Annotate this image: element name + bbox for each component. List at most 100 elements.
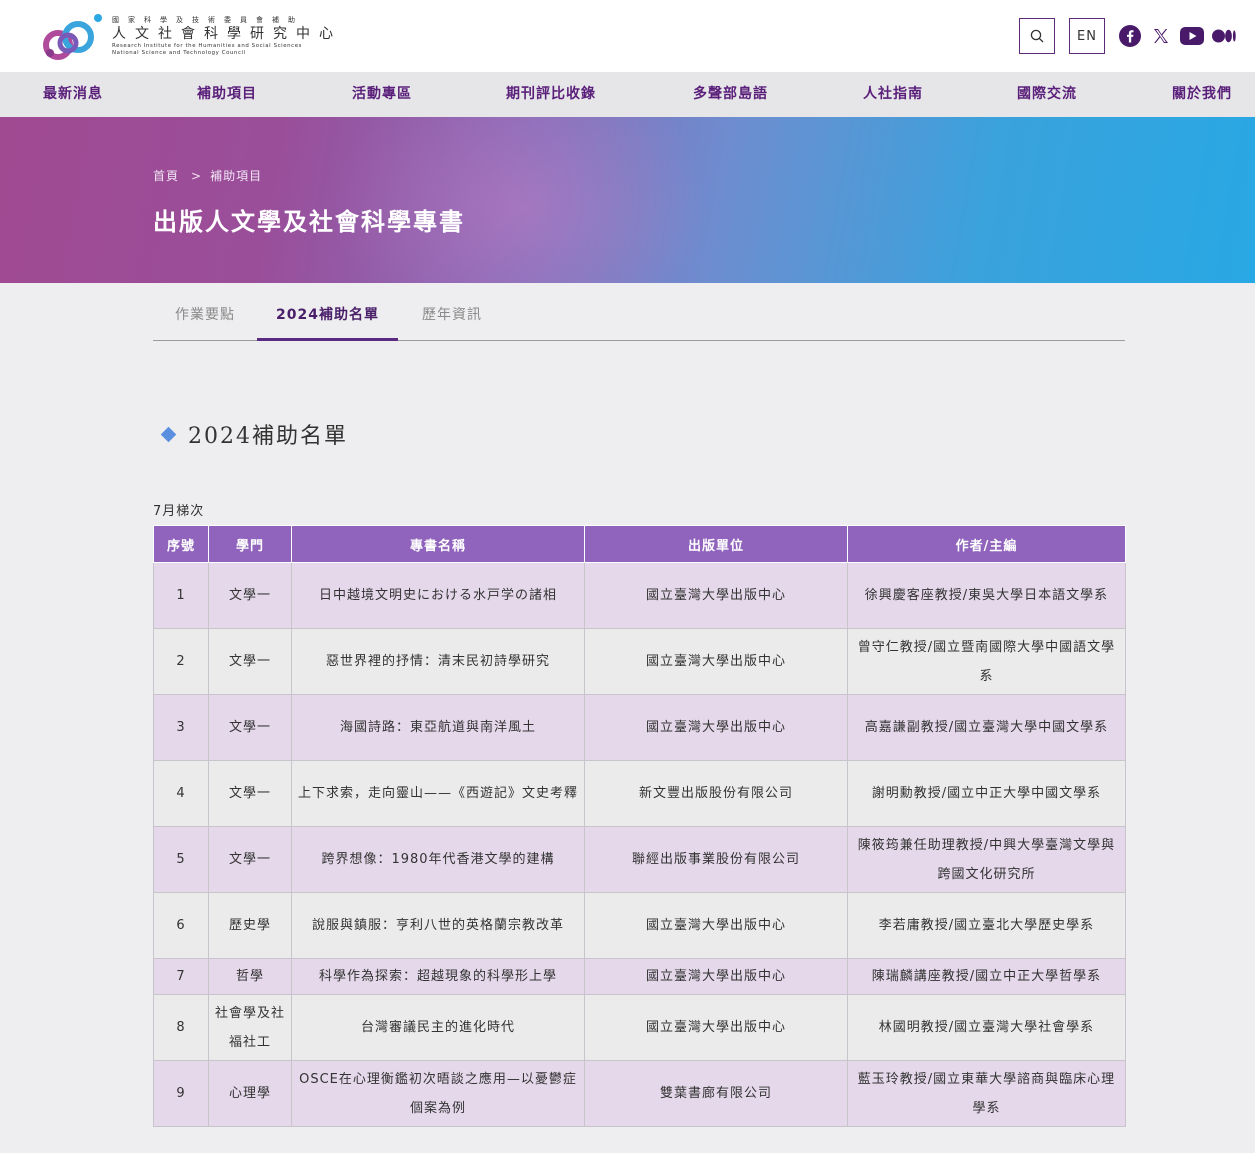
table-row: 2 文學一 惡世界裡的抒情：清末民初詩學研究 國立臺灣大學出版中心 曾守仁教授/… xyxy=(153,628,1126,695)
medium-link[interactable] xyxy=(1212,25,1236,47)
cell-field: 文學一 xyxy=(208,562,292,629)
logo-sup-text: 國家科學及技術委員會補助 xyxy=(112,16,304,24)
content-tabs: 作業要點 2024補助名單 歷年資訊 xyxy=(153,289,1125,341)
cell-title: 惡世界裡的抒情：清末民初詩學研究 xyxy=(291,628,585,695)
col-header-author: 作者/主編 xyxy=(847,525,1126,563)
page-title: 出版人文學及社會科學專書 xyxy=(153,207,465,236)
cell-author: 謝明勳教授/國立中正大學中國文學系 xyxy=(847,760,1126,827)
nav-item-news[interactable]: 最新消息 xyxy=(43,72,103,117)
cell-publisher: 雙葉書廊有限公司 xyxy=(584,1060,848,1127)
table-row: 5 文學一 跨界想像：1980年代香港文學的建構 聯經出版事業股份有限公司 陳筱… xyxy=(153,826,1126,893)
table-row: 3 文學一 海國詩路：東亞航道與南洋風土 國立臺灣大學出版中心 高嘉謙副教授/國… xyxy=(153,694,1126,761)
nav-item-journals[interactable]: 期刊評比收錄 xyxy=(506,72,596,117)
logo-main-text: 人文社會科學研究中心 xyxy=(112,26,342,42)
breadcrumb-separator: > xyxy=(191,169,203,183)
cell-title: 上下求索，走向靈山——《西遊記》文史考釋 xyxy=(291,760,585,827)
cell-no: 4 xyxy=(153,760,209,827)
nav-item-about[interactable]: 關於我們 xyxy=(1172,72,1232,117)
cell-publisher: 國立臺灣大學出版中心 xyxy=(584,994,848,1061)
medium-icon xyxy=(1212,29,1236,43)
cell-publisher: 聯經出版事業股份有限公司 xyxy=(584,826,848,893)
col-header-no: 序號 xyxy=(153,525,209,563)
cell-author: 林國明教授/國立臺灣大學社會學系 xyxy=(847,994,1126,1061)
cell-title: 科學作為探索：超越現象的科學形上學 xyxy=(291,958,585,995)
language-en-button[interactable]: EN xyxy=(1069,18,1105,54)
diamond-bullet-icon xyxy=(160,426,177,442)
table-row: 9 心理學 OSCE在心理衡鑑初次晤談之應用—以憂鬱症個案為例 雙葉書廊有限公司… xyxy=(153,1060,1126,1127)
cell-author: 陳筱筠兼任助理教授/中興大學臺灣文學與跨國文化研究所 xyxy=(847,826,1126,893)
cell-field: 哲學 xyxy=(208,958,292,995)
nav-item-international[interactable]: 國際交流 xyxy=(1017,72,1077,117)
cell-field: 心理學 xyxy=(208,1060,292,1127)
cell-field: 文學一 xyxy=(208,694,292,761)
cell-publisher: 新文豐出版股份有限公司 xyxy=(584,760,848,827)
cell-title: 海國詩路：東亞航道與南洋風土 xyxy=(291,694,585,761)
table-header-row: 序號 學門 專書名稱 出版單位 作者/主編 xyxy=(153,525,1126,563)
logo-mark-icon xyxy=(43,14,102,60)
cell-publisher: 國立臺灣大學出版中心 xyxy=(584,694,848,761)
table-row: 7 哲學 科學作為探索：超越現象的科學形上學 國立臺灣大學出版中心 陳瑞麟講座教… xyxy=(153,958,1126,995)
cell-no: 1 xyxy=(153,562,209,629)
table-row: 1 文學一 日中越境文明史における水戸学の諸相 國立臺灣大學出版中心 徐興慶客座… xyxy=(153,562,1126,629)
col-header-title: 專書名稱 xyxy=(291,525,585,563)
cell-author: 藍玉玲教授/國立東華大學諮商與臨床心理學系 xyxy=(847,1060,1126,1127)
cell-author: 曾守仁教授/國立暨南國際大學中國語文學系 xyxy=(847,628,1126,695)
nav-item-guide[interactable]: 人社指南 xyxy=(863,72,923,117)
cell-title: 跨界想像：1980年代香港文學的建構 xyxy=(291,826,585,893)
facebook-icon xyxy=(1119,25,1141,47)
cell-no: 5 xyxy=(153,826,209,893)
logo-en-line2: National Science and Technology Council xyxy=(112,49,246,56)
cell-publisher: 國立臺灣大學出版中心 xyxy=(584,958,848,995)
table-row: 4 文學一 上下求索，走向靈山——《西遊記》文史考釋 新文豐出版股份有限公司 謝… xyxy=(153,760,1126,827)
cell-no: 7 xyxy=(153,958,209,995)
cell-field: 文學一 xyxy=(208,760,292,827)
youtube-link[interactable] xyxy=(1180,25,1204,47)
cell-field: 文學一 xyxy=(208,826,292,893)
cell-publisher: 國立臺灣大學出版中心 xyxy=(584,562,848,629)
nav-item-polyphonic-island[interactable]: 多聲部島語 xyxy=(693,72,768,117)
breadcrumb-home[interactable]: 首頁 xyxy=(153,169,179,183)
tab-past-info[interactable]: 歷年資訊 xyxy=(398,289,506,341)
site-header: 國家科學及技術委員會補助 人文社會科學研究中心 Research Institu… xyxy=(0,0,1255,72)
cell-no: 3 xyxy=(153,694,209,761)
cell-field: 文學一 xyxy=(208,628,292,695)
grant-table: 序號 學門 專書名稱 出版單位 作者/主編 1 文學一 日中越境文明史における水… xyxy=(153,525,1126,1127)
cell-publisher: 國立臺灣大學出版中心 xyxy=(584,892,848,959)
x-icon xyxy=(1154,29,1168,43)
cell-title: 日中越境文明史における水戸学の諸相 xyxy=(291,562,585,629)
youtube-icon xyxy=(1180,27,1204,45)
col-header-publisher: 出版單位 xyxy=(584,525,848,563)
x-link[interactable] xyxy=(1151,25,1171,47)
breadcrumb-current[interactable]: 補助項目 xyxy=(210,169,262,183)
cell-author: 陳瑞麟講座教授/國立中正大學哲學系 xyxy=(847,958,1126,995)
table-row: 6 歷史學 說服與鎮服：亨利八世的英格蘭宗教改革 國立臺灣大學出版中心 李若庸教… xyxy=(153,892,1126,959)
cell-title: OSCE在心理衡鑑初次晤談之應用—以憂鬱症個案為例 xyxy=(291,1060,585,1127)
cell-no: 9 xyxy=(153,1060,209,1127)
cell-no: 2 xyxy=(153,628,209,695)
cell-title: 說服與鎮服：亨利八世的英格蘭宗教改革 xyxy=(291,892,585,959)
facebook-link[interactable] xyxy=(1119,25,1141,47)
cell-field: 社會學及社福社工 xyxy=(208,994,292,1061)
table-row: 8 社會學及社福社工 台灣審議民主的進化時代 國立臺灣大學出版中心 林國明教授/… xyxy=(153,994,1126,1061)
batch-label: 7月梯次 xyxy=(153,504,205,519)
site-logo[interactable]: 國家科學及技術委員會補助 人文社會科學研究中心 Research Institu… xyxy=(42,13,382,61)
cell-author: 徐興慶客座教授/東吳大學日本語文學系 xyxy=(847,562,1126,629)
nav-item-events[interactable]: 活動專區 xyxy=(352,72,412,117)
search-icon xyxy=(1030,29,1044,43)
cell-field: 歷史學 xyxy=(208,892,292,959)
cell-author: 李若庸教授/國立臺北大學歷史學系 xyxy=(847,892,1126,959)
tab-guidelines[interactable]: 作業要點 xyxy=(153,289,257,341)
cell-author: 高嘉謙副教授/國立臺灣大學中國文學系 xyxy=(847,694,1126,761)
nav-item-grants[interactable]: 補助項目 xyxy=(197,72,257,117)
cell-publisher: 國立臺灣大學出版中心 xyxy=(584,628,848,695)
cell-title: 台灣審議民主的進化時代 xyxy=(291,994,585,1061)
col-header-field: 學門 xyxy=(208,525,292,563)
breadcrumb: 首頁 > 補助項目 xyxy=(153,167,262,184)
logo-text: 國家科學及技術委員會補助 人文社會科學研究中心 Research Institu… xyxy=(112,15,382,56)
cell-no: 8 xyxy=(153,994,209,1061)
section-title: 2024補助名單 xyxy=(160,418,348,450)
main-nav: 最新消息 補助項目 活動專區 期刊評比收錄 多聲部島語 人社指南 國際交流 關於… xyxy=(0,72,1255,117)
cell-no: 6 xyxy=(153,892,209,959)
tab-2024-list[interactable]: 2024補助名單 xyxy=(257,289,398,341)
search-button[interactable] xyxy=(1019,18,1055,54)
